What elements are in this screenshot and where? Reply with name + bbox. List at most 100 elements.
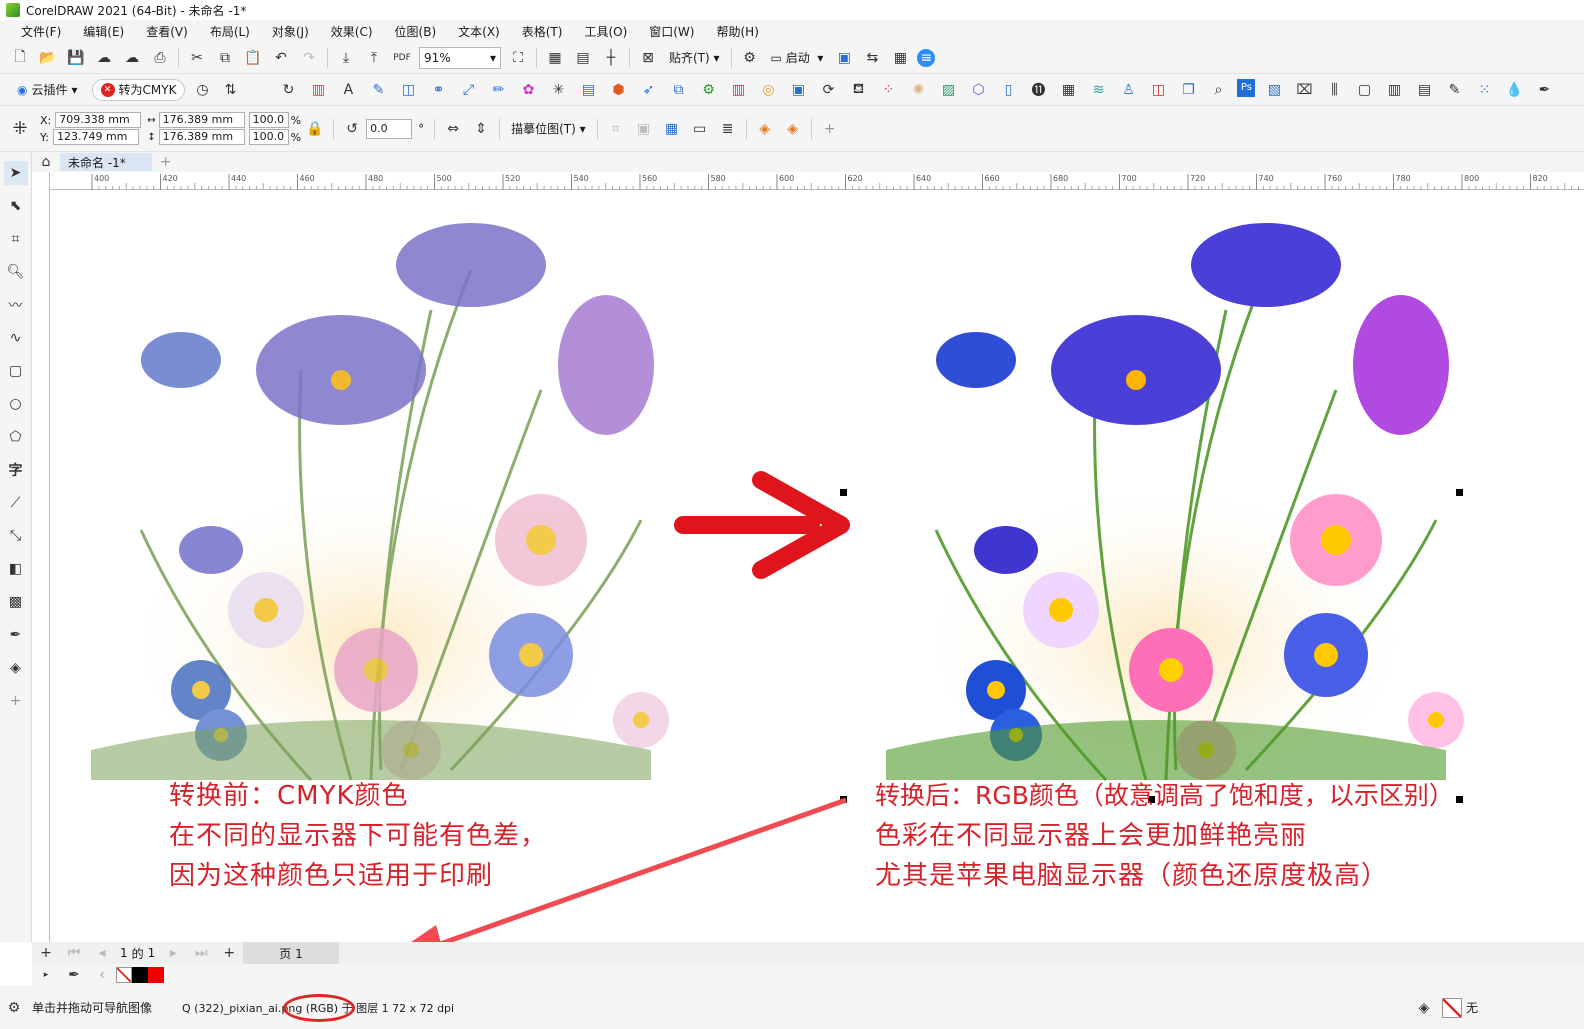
link-icon[interactable]: ⚭ — [427, 79, 449, 101]
fill-tool-icon[interactable]: ◈ — [4, 656, 28, 680]
selection-handle[interactable] — [1456, 489, 1463, 496]
mirror-horizontal-icon[interactable]: ⇔ — [442, 118, 464, 140]
polygon-tool-icon[interactable]: ⬠ — [4, 425, 28, 449]
dots-icon[interactable]: ⁘ — [877, 79, 899, 101]
crop-bitmap-icon[interactable]: ⌗ — [605, 118, 627, 140]
image-remove-icon[interactable]: ▧ — [1263, 79, 1285, 101]
crop-tool-icon[interactable]: ⌗ — [4, 227, 28, 251]
connector-tool-icon[interactable]: ⤡ — [4, 524, 28, 548]
snap-off-icon[interactable]: ⊠ — [637, 47, 659, 69]
to-front-icon[interactable]: ◈ — [754, 118, 776, 140]
menu-help[interactable]: 帮助(H) — [705, 23, 769, 40]
stack-icon[interactable]: ⧉ — [667, 79, 689, 101]
rainbow-icon[interactable]: ◎ — [757, 79, 779, 101]
wing-icon[interactable]: ➶ — [637, 79, 659, 101]
gear-plus-icon[interactable]: ⚙ — [697, 79, 719, 101]
artistic-media-icon[interactable]: ∿ — [4, 326, 28, 350]
fill-none-swatch[interactable] — [1441, 997, 1462, 1018]
frame-icon[interactable]: ▣ — [787, 79, 809, 101]
bucket-icon[interactable]: ⛾ — [847, 79, 869, 101]
text-replace-icon[interactable]: A — [337, 79, 359, 101]
new-document-icon[interactable]: 🗋 — [9, 47, 31, 69]
menu-window[interactable]: 窗口(W) — [638, 23, 705, 40]
menu-table[interactable]: 表格(T) — [511, 23, 574, 40]
pen-icon[interactable]: ✎ — [367, 79, 389, 101]
rectangle-tool-icon[interactable]: ▢ — [4, 359, 28, 383]
nodes-icon[interactable]: ⁙ — [1473, 79, 1495, 101]
pencil-icon[interactable]: ✏ — [487, 79, 509, 101]
lock-ratio-icon[interactable]: 🔒 — [304, 118, 326, 140]
prev-page-icon[interactable]: ◂ — [91, 942, 113, 964]
search-doc-icon[interactable]: ⌕ — [1207, 79, 1229, 101]
add-page-before-icon[interactable]: + — [35, 942, 57, 964]
show-grid-icon[interactable]: ▤ — [572, 47, 594, 69]
freehand-tool-icon[interactable]: 〰 — [4, 293, 28, 317]
black-swatch[interactable] — [132, 967, 148, 983]
add-tool-icon[interactable]: + — [4, 689, 28, 713]
zoom-level-select[interactable]: 91% ▾ — [419, 46, 501, 69]
globe-icon[interactable]: ≡ — [917, 48, 936, 67]
to-back-icon[interactable]: ◈ — [782, 118, 804, 140]
drawing-canvas[interactable]: 转换前：CMYK颜色 在不同的显示器下可能有色差， 因为这种颜色只适用于印刷 转… — [51, 190, 1584, 942]
zoom-tool-icon[interactable]: 🔍︎ — [4, 260, 28, 284]
clipboard-icon[interactable]: ▤ — [577, 79, 599, 101]
flower-bouquet-cmyk-image[interactable] — [91, 223, 669, 782]
cut-icon[interactable]: ✂ — [186, 47, 208, 69]
first-page-icon[interactable]: ⏮ — [63, 942, 85, 964]
paste-icon[interactable]: 📋 — [242, 47, 264, 69]
copy-stack-icon[interactable]: ❐ — [1177, 79, 1199, 101]
scale-x-field[interactable]: 100.0 — [248, 112, 289, 128]
last-page-icon[interactable]: ⏭ — [190, 942, 212, 964]
launch-dropdown[interactable]: ▭ 启动 ▾ — [767, 47, 828, 69]
save-icon[interactable]: 💾 — [65, 47, 87, 69]
width-field[interactable]: 176.389 mm — [158, 112, 245, 128]
palette-icon[interactable]: ▥ — [307, 79, 329, 101]
layers-icon[interactable]: ≋ — [1087, 79, 1109, 101]
export-pdf-icon[interactable]: PDF — [391, 47, 413, 69]
color-palette-icon[interactable]: ▥ — [727, 79, 749, 101]
sparkle-icon[interactable]: ✳ — [547, 79, 569, 101]
blur-icon[interactable]: ✺ — [907, 79, 929, 101]
edit-icon[interactable]: ✎ — [1443, 79, 1465, 101]
sort-icon[interactable]: ⇅ — [219, 79, 241, 101]
add-page-after-icon[interactable]: + — [218, 942, 240, 964]
show-rulers-icon[interactable]: ▦ — [544, 47, 566, 69]
menu-tools[interactable]: 工具(O) — [573, 23, 638, 40]
snap-to-dropdown[interactable]: 贴齐(T) ▾ — [665, 47, 724, 69]
tab-page-1[interactable]: 页 1 — [243, 942, 339, 964]
rectangle-icon[interactable]: ▭ — [689, 118, 711, 140]
align-icon[interactable]: ⫼ — [1323, 79, 1345, 101]
horizontal-ruler[interactable]: 400 420 440 460 480 500 520 540 560 580 600 620 640 6… — [50, 172, 1584, 190]
image-edit-icon[interactable]: ▨ — [937, 79, 959, 101]
copy-icon[interactable]: ⧉ — [214, 47, 236, 69]
html-icon[interactable]: ⬢ — [607, 79, 629, 101]
image-icon[interactable]: ▣ — [833, 47, 855, 69]
print-icon[interactable]: ⎙ — [149, 47, 171, 69]
menu-layout[interactable]: 布局(L) — [199, 23, 261, 40]
rotate-icon[interactable]: ⟳ — [817, 79, 839, 101]
pdf-icon[interactable]: ▤ — [1413, 79, 1435, 101]
cube-icon[interactable]: ⬡ — [967, 79, 989, 101]
pick-tool-icon[interactable]: ➤ — [3, 161, 28, 185]
next-page-icon[interactable]: ▸ — [162, 942, 184, 964]
dimension-tool-icon[interactable]: ⟋ — [4, 491, 28, 515]
no-color-swatch[interactable] — [116, 967, 132, 983]
home-icon[interactable]: ⌂ — [35, 151, 57, 173]
mirror-vertical-icon[interactable]: ⇕ — [470, 118, 492, 140]
book-icon[interactable]: ◫ — [1147, 79, 1169, 101]
import-icon[interactable]: ⤓ — [335, 47, 357, 69]
menu-bitmaps[interactable]: 位图(B) — [384, 23, 448, 40]
shapes-icon[interactable]: ◫ — [397, 79, 419, 101]
rotation-angle-field[interactable]: 0.0 — [366, 118, 413, 139]
palette-scroll-icon[interactable]: ▸ — [35, 964, 57, 986]
full-screen-icon[interactable]: ⛶ — [507, 47, 529, 69]
barcode-icon[interactable]: ▥ — [1383, 79, 1405, 101]
text-wrap-icon[interactable]: ≣ — [717, 118, 739, 140]
cloud-plugin-dropdown[interactable]: ◉ 云插件 ▾ — [9, 79, 86, 101]
trace-bitmap-dropdown[interactable]: 描摹位图(T) ▾ — [507, 118, 590, 140]
eyedropper-icon[interactable]: ✒ — [63, 964, 85, 986]
selection-handle[interactable] — [840, 489, 847, 496]
film-icon[interactable]: ▦ — [1057, 79, 1079, 101]
options-gear-icon[interactable]: ⚙ — [739, 47, 761, 69]
tab-document[interactable]: 未命名 -1* — [60, 153, 152, 171]
